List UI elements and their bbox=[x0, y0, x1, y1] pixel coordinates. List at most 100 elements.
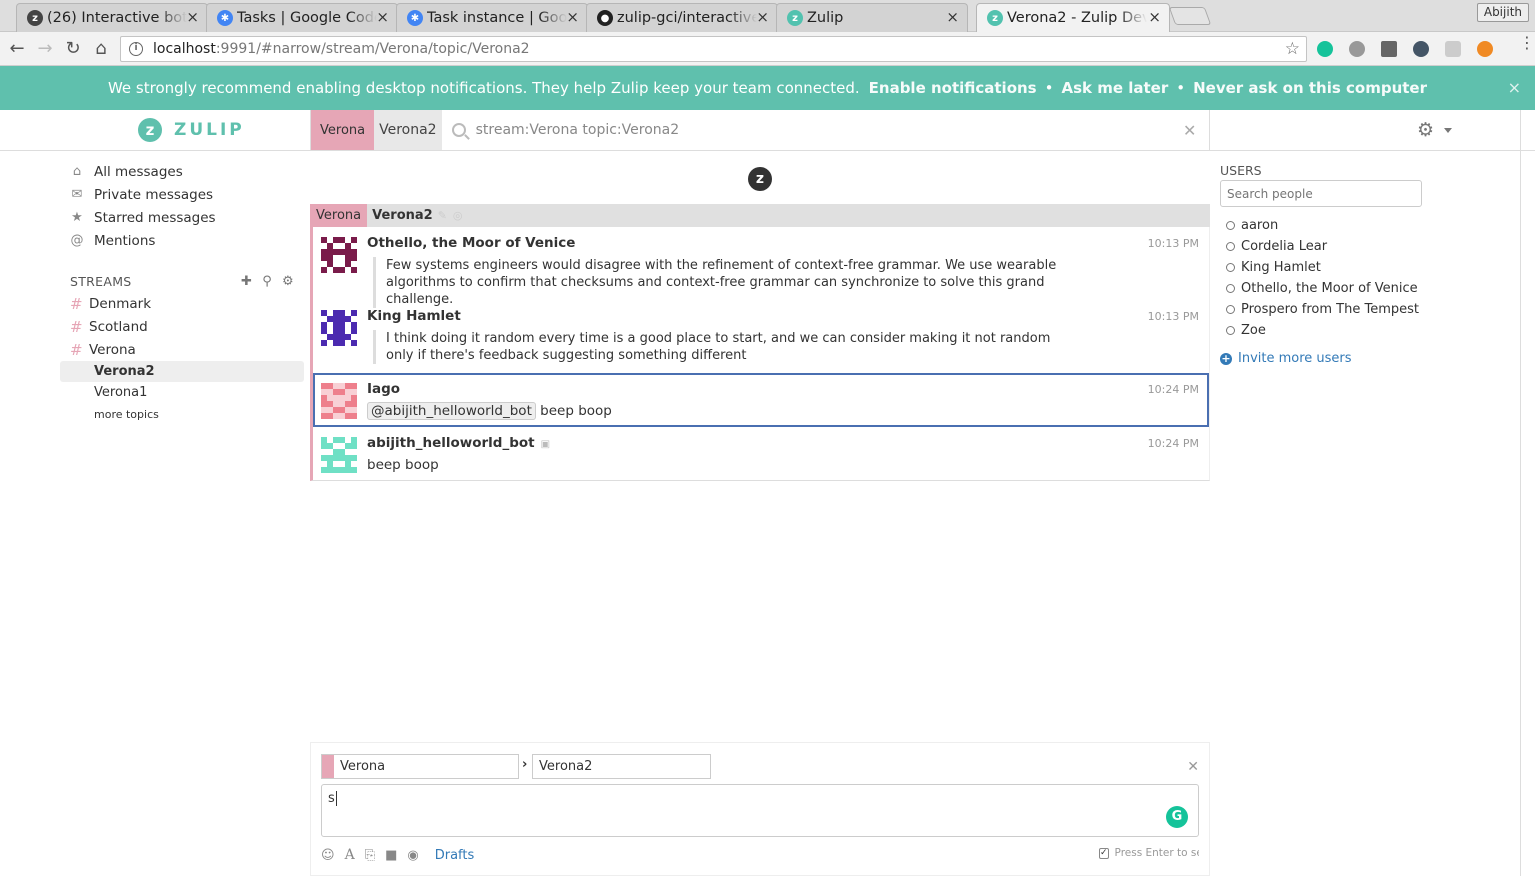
extension-m-icon[interactable] bbox=[1349, 41, 1365, 57]
settings-gear-icon[interactable]: ⚙ bbox=[1417, 119, 1434, 141]
clear-search-icon[interactable]: ✕ bbox=[1183, 110, 1209, 150]
video-call-icon[interactable]: ■ bbox=[385, 848, 397, 863]
compose-topic-input[interactable]: Verona2 bbox=[532, 754, 711, 779]
user-item[interactable]: aaron bbox=[1220, 215, 1430, 236]
extension-orange-icon[interactable] bbox=[1477, 41, 1493, 57]
nav-all-messages[interactable]: ⌂ All messages bbox=[60, 160, 304, 183]
close-tab-icon[interactable]: × bbox=[946, 8, 959, 26]
back-icon[interactable]: ← bbox=[6, 38, 28, 60]
compose-textarea[interactable]: s G bbox=[321, 784, 1199, 837]
message-sender[interactable]: Othello, the Moor of Venice bbox=[367, 235, 1199, 251]
extension-shield-icon[interactable] bbox=[1445, 41, 1461, 57]
home-icon: ⌂ bbox=[72, 164, 82, 179]
close-tab-icon[interactable]: × bbox=[756, 8, 769, 26]
recipient-topic[interactable]: Verona2 bbox=[367, 204, 438, 227]
message-time[interactable]: 10:24 PM bbox=[1148, 437, 1199, 450]
reload-icon[interactable]: ↻ bbox=[62, 38, 84, 60]
browser-tab-3[interactable]: ● zulip-gci/interactive × bbox=[586, 3, 778, 32]
message-row[interactable]: King Hamlet 10:13 PM I think doing it ra… bbox=[313, 300, 1209, 373]
formatting-icon[interactable]: A bbox=[345, 847, 355, 863]
profile-button[interactable]: Abijith bbox=[1476, 3, 1529, 22]
narrow-topic-label[interactable]: Verona2 bbox=[374, 110, 442, 150]
info-icon[interactable]: i bbox=[129, 42, 143, 56]
user-item[interactable]: Cordelia Lear bbox=[1220, 236, 1430, 257]
chevron-down-icon[interactable] bbox=[1444, 128, 1452, 133]
compose-stream-input[interactable]: Verona bbox=[321, 754, 519, 779]
attachment-icon[interactable]: ⎘ bbox=[365, 848, 375, 863]
user-item[interactable]: King Hamlet bbox=[1220, 257, 1430, 278]
address-bar[interactable]: i localhost:9991/#narrow/stream/Verona/t… bbox=[120, 36, 1307, 62]
never-ask-link[interactable]: Never ask on this computer bbox=[1193, 79, 1427, 97]
browser-tab-0[interactable]: z (26) Interactive bot × bbox=[16, 3, 208, 32]
close-banner-icon[interactable]: × bbox=[1508, 78, 1521, 97]
press-enter-to-send-toggle[interactable]: ✓ Press Enter to send bbox=[1099, 847, 1199, 859]
user-item[interactable]: Zoe bbox=[1220, 320, 1430, 341]
message-row[interactable]: abijith_helloworld_bot ▣ 10:24 PM beep bo… bbox=[313, 427, 1209, 480]
preview-eye-icon[interactable]: ◉ bbox=[407, 848, 418, 863]
search-streams-icon[interactable]: ⚲ bbox=[262, 274, 272, 289]
topic-item-verona1[interactable]: Verona1 bbox=[60, 382, 304, 403]
message-row-selected[interactable]: Iago 10:24 PM @abijith_helloworld_bot be… bbox=[313, 373, 1209, 427]
close-tab-icon[interactable]: × bbox=[566, 8, 579, 26]
close-compose-icon[interactable]: ✕ bbox=[1187, 759, 1199, 775]
message-list: Othello, the Moor of Venice 10:13 PM Few… bbox=[310, 227, 1210, 481]
message-time[interactable]: 10:24 PM bbox=[1148, 383, 1199, 396]
extension-eye-icon[interactable] bbox=[1413, 41, 1429, 57]
mute-topic-icon[interactable]: ◎ bbox=[453, 209, 463, 222]
topic-item-verona2[interactable]: Verona2 bbox=[60, 361, 304, 382]
stream-settings-gear-icon[interactable]: ⚙ bbox=[282, 274, 294, 289]
grammarly-extension-icon[interactable] bbox=[1317, 41, 1333, 57]
message-sender[interactable]: King Hamlet bbox=[367, 308, 1199, 324]
recipient-stream[interactable]: Verona bbox=[310, 204, 368, 227]
avatar[interactable] bbox=[321, 237, 357, 273]
search-input[interactable]: stream:Verona topic:Verona2 bbox=[442, 110, 1183, 150]
close-tab-icon[interactable]: × bbox=[186, 8, 199, 26]
invite-more-users-link[interactable]: + Invite more users bbox=[1220, 351, 1430, 366]
extension-clipboard-icon[interactable] bbox=[1381, 41, 1397, 57]
avatar[interactable] bbox=[321, 383, 357, 419]
ask-later-link[interactable]: Ask me later bbox=[1061, 79, 1168, 97]
browser-tab-1[interactable]: ✱ Tasks | Google Code × bbox=[206, 3, 398, 32]
enable-notifications-link[interactable]: Enable notifications bbox=[869, 79, 1037, 97]
message-time[interactable]: 10:13 PM bbox=[1148, 237, 1199, 250]
user-item[interactable]: Othello, the Moor of Venice bbox=[1220, 278, 1430, 299]
close-tab-icon[interactable]: × bbox=[376, 8, 389, 26]
stream-hash-icon: # bbox=[70, 340, 83, 359]
new-tab-button[interactable] bbox=[1168, 7, 1212, 25]
stream-item-verona[interactable]: # Verona bbox=[60, 338, 304, 361]
home-icon[interactable]: ⌂ bbox=[90, 38, 112, 60]
forward-icon[interactable]: → bbox=[34, 38, 56, 60]
user-item[interactable]: Prospero from The Tempest bbox=[1220, 299, 1430, 320]
nav-starred-messages[interactable]: ★ Starred messages bbox=[60, 206, 304, 229]
browser-tab-active[interactable]: z Verona2 - Zulip Dev × bbox=[976, 3, 1170, 32]
browser-tab-4[interactable]: z Zulip × bbox=[776, 3, 968, 32]
checkbox-checked-icon[interactable]: ✓ bbox=[1099, 847, 1109, 859]
grammarly-icon[interactable]: G bbox=[1166, 806, 1188, 828]
browser-menu-icon[interactable]: ⋮ bbox=[1519, 35, 1535, 51]
message-row[interactable]: Othello, the Moor of Venice 10:13 PM Few… bbox=[313, 227, 1209, 308]
search-people-input[interactable] bbox=[1220, 180, 1422, 207]
emoji-icon[interactable]: ☺ bbox=[321, 848, 335, 863]
more-topics-link[interactable]: more topics bbox=[60, 403, 304, 425]
edit-topic-icon[interactable]: ✎ bbox=[438, 209, 447, 222]
message-sender[interactable]: abijith_helloworld_bot ▣ bbox=[367, 435, 1199, 451]
narrow-stream-label[interactable]: Verona bbox=[311, 110, 375, 150]
avatar[interactable] bbox=[321, 437, 357, 473]
bookmark-star-icon[interactable]: ☆ bbox=[1285, 39, 1300, 59]
user-mention[interactable]: @abijith_helloworld_bot bbox=[367, 402, 536, 420]
nav-mentions[interactable]: @ Mentions bbox=[60, 229, 304, 252]
avatar[interactable] bbox=[321, 310, 357, 346]
drafts-link[interactable]: Drafts bbox=[435, 848, 475, 863]
nav-private-messages[interactable]: ✉ Private messages bbox=[60, 183, 304, 206]
add-stream-icon[interactable]: ✚ bbox=[241, 274, 252, 289]
message-sender[interactable]: Iago bbox=[367, 381, 1199, 397]
envelope-icon: ✉ bbox=[71, 187, 83, 202]
message-time[interactable]: 10:13 PM bbox=[1148, 310, 1199, 323]
browser-tab-2[interactable]: ✱ Task instance | Goo × bbox=[396, 3, 588, 32]
github-icon: ● bbox=[597, 10, 613, 26]
users-header: USERS bbox=[1220, 162, 1262, 178]
stream-item-scotland[interactable]: # Scotland bbox=[60, 315, 304, 338]
close-tab-icon[interactable]: × bbox=[1148, 8, 1161, 26]
stream-item-denmark[interactable]: # Denmark bbox=[60, 292, 304, 315]
zulip-logo[interactable]: z ZULIP bbox=[138, 118, 245, 142]
